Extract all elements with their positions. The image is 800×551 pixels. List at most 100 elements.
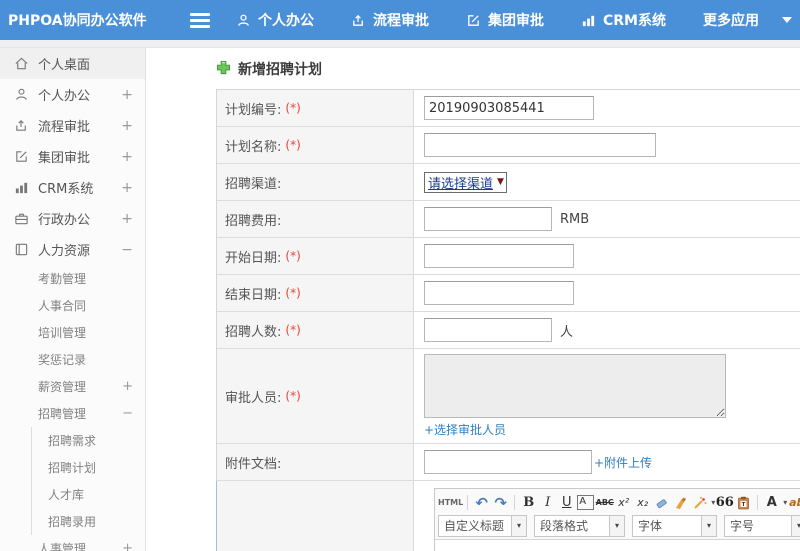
sidebar-item-desktop[interactable]: 个人桌面 [0,48,145,79]
field-label: 计划名称: [225,139,282,155]
sidebar-item-training[interactable]: 培训管理 [0,319,145,346]
sidebar-item-crm[interactable]: CRM系统 + [0,172,145,203]
person-icon [14,87,29,102]
menu-toggle-icon[interactable] [190,12,210,28]
form-row-fee: 招聘费用: RMB [216,201,800,238]
top-nav-items: 个人办公 流程审批 集团审批 CRM系统 更多应用 [236,10,792,30]
sidebar-item-recruit-plan[interactable]: 招聘计划 [32,454,145,481]
required-marker: (*) [285,323,301,337]
expand-plus-icon[interactable]: + [122,541,133,551]
start-date-input[interactable] [424,244,574,268]
plan-name-input[interactable] [424,133,656,157]
superscript-button[interactable]: x² [614,493,633,513]
field-label: 附件文档: [225,456,282,472]
sidebar-item-admin-office[interactable]: 行政办公 + [0,203,145,234]
form-row-channel: 招聘渠道: 请选择渠道 ▼ [216,164,800,201]
nav-item-workflow-approval[interactable]: 流程审批 [351,10,429,30]
sidebar-item-rewards[interactable]: 奖惩记录 [0,346,145,373]
sidebar-item-personnel-mgmt[interactable]: 人事管理 + [0,535,145,551]
field-label: 招聘渠道: [225,176,282,192]
sidebar-item-attendance[interactable]: 考勤管理 [0,265,145,292]
required-marker: (*) [285,138,301,152]
sidebar-item-workflow-approval[interactable]: 流程审批 + [0,110,145,141]
underline-button[interactable]: U [557,493,576,513]
sidebar-item-salary[interactable]: 薪资管理 + [0,373,145,400]
strikethrough-button[interactable]: ABC [595,493,614,513]
font-size-dropdown[interactable]: 字号 ▾ [724,514,800,537]
form-row-approvers: 审批人员: (*) +选择审批人员 [216,349,800,444]
form-row-editor: HTML ↶ ↷ B I U A ABC x² x₂ ▾ 66 T A ▾ a … [216,481,800,551]
required-marker: (*) [285,101,301,115]
collapse-minus-icon[interactable]: − [122,406,133,421]
form-row-plan-no: 计划编号: (*) [216,90,800,127]
redo-icon[interactable]: ↷ [491,493,510,513]
spellcheck-button[interactable]: ab [787,493,800,513]
home-icon [14,56,29,71]
required-marker: (*) [285,389,301,403]
attachment-upload-link[interactable]: +附件上传 [594,454,652,471]
bold-button[interactable]: B [519,493,538,513]
italic-button[interactable]: I [538,493,557,513]
top-navbar: PHPOA协同办公软件 个人办公 流程审批 集团审批 CRM系统 更多应用 [0,0,800,40]
plan-no-input[interactable] [424,96,594,120]
select-approvers-link[interactable]: +选择审批人员 [424,421,506,438]
page-title: 新增招聘计划 [238,62,322,78]
app-logo: PHPOA协同办公软件 [8,13,147,29]
sidebar-item-personal-office[interactable]: 个人办公 + [0,79,145,110]
html-source-button[interactable]: HTML [438,493,463,513]
eraser-icon[interactable] [652,493,671,513]
collapse-minus-icon[interactable]: − [121,242,133,258]
book-icon [14,242,29,257]
headcount-unit: 人 [560,324,574,340]
expand-plus-icon[interactable]: + [121,87,133,103]
paste-text-icon[interactable]: T [734,493,753,513]
dropdown-arrow-icon: ▾ [701,515,716,536]
sidebar-item-hr-contract[interactable]: 人事合同 [0,292,145,319]
select-arrow-icon: ▼ [497,177,504,187]
page-header: 新增招聘计划 [216,59,800,79]
channel-select[interactable]: 请选择渠道 ▼ [424,171,507,193]
format-brush-icon[interactable] [671,493,690,513]
expand-plus-icon[interactable]: + [121,149,133,165]
dropdown-arrow-icon: ▾ [791,515,800,536]
fee-input[interactable] [424,207,552,231]
blockquote-button[interactable]: 66 [715,493,734,513]
sidebar-item-hr[interactable]: 人力资源 − [0,234,145,265]
person-icon [236,13,251,28]
app-window: PHPOA协同办公软件 个人办公 流程审批 集团审批 CRM系统 更多应用 个人… [0,0,800,551]
nav-item-more-apps[interactable]: 更多应用 [703,10,759,30]
expand-plus-icon[interactable]: + [122,379,133,394]
end-date-input[interactable] [424,281,574,305]
sidebar-item-recruit-mgmt[interactable]: 招聘管理 − [0,400,145,427]
font-border-button[interactable]: A [577,495,595,510]
autotypeset-wand-icon[interactable] [690,493,709,513]
nav-item-personal-office[interactable]: 个人办公 [236,10,314,30]
expand-plus-icon[interactable]: + [121,180,133,196]
required-marker: (*) [285,249,301,263]
rich-text-editor: HTML ↶ ↷ B I U A ABC x² x₂ ▾ 66 T A ▾ a … [434,488,800,551]
subscript-button[interactable]: x₂ [633,493,652,513]
field-label: 招聘费用: [225,213,282,229]
heading-dropdown[interactable]: 自定义标题 ▾ [438,514,527,537]
expand-plus-icon[interactable]: + [121,118,133,134]
caret-down-icon[interactable] [782,17,792,23]
attachment-input[interactable] [424,450,592,474]
sidebar-item-group-approval[interactable]: 集团审批 + [0,141,145,172]
approvers-textarea[interactable] [424,354,726,418]
nav-item-crm[interactable]: CRM系统 [581,10,666,30]
font-family-dropdown[interactable]: 字体 ▾ [632,514,717,537]
editor-content-area[interactable] [435,540,800,551]
sidebar-item-recruit-demand[interactable]: 招聘需求 [32,427,145,454]
nav-item-group-approval[interactable]: 集团审批 [466,10,544,30]
sidebar-item-recruit-hire[interactable]: 招聘录用 [32,508,145,535]
recruit-plan-form: 计划编号: (*) 计划名称: (*) 招聘渠道: [216,89,800,551]
headcount-input[interactable] [424,318,552,342]
form-row-plan-name: 计划名称: (*) [216,127,800,164]
edit-icon [14,149,29,164]
undo-icon[interactable]: ↶ [472,493,491,513]
paragraph-format-dropdown[interactable]: 段落格式 ▾ [534,514,625,537]
font-color-button[interactable]: A [762,493,781,513]
edit-icon [466,13,481,28]
sidebar-item-talent-pool[interactable]: 人才库 [32,481,145,508]
expand-plus-icon[interactable]: + [121,211,133,227]
